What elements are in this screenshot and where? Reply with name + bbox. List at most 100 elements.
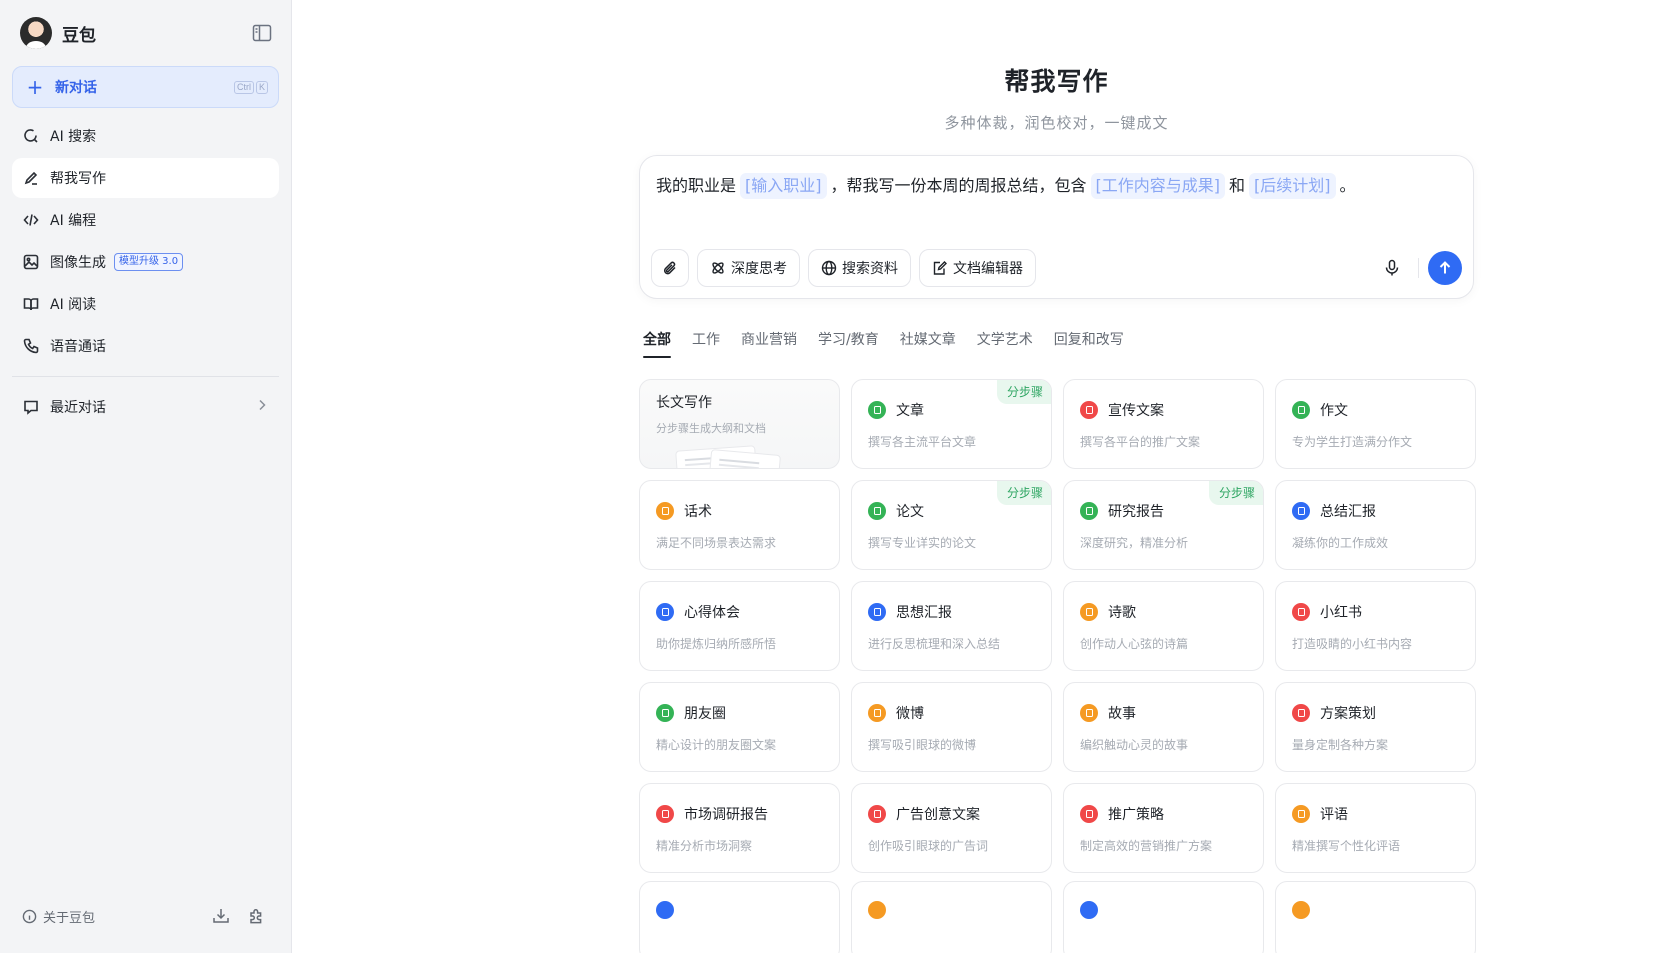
tab-5[interactable]: 文学艺术 [977,329,1033,363]
download-icon[interactable] [207,902,235,930]
search-data-button[interactable]: 搜索资料 [808,249,911,287]
sidebar-item-label: 帮我写作 [50,171,106,187]
deep-think-button[interactable]: 深度思考 [697,249,800,287]
attach-button[interactable] [651,249,689,287]
sidebar-item-writing[interactable]: 帮我写作 [12,158,279,198]
sidebar-toggle-icon[interactable] [249,20,275,46]
template-card[interactable]: 评语精准撰写个性化评语 [1275,783,1476,873]
template-card[interactable]: 长文写作 分步骤生成大纲和文档 [639,379,840,469]
template-icon [868,805,886,823]
sidebar-item-voice-call[interactable]: 语音通话 [12,326,279,366]
template-card[interactable] [851,881,1052,953]
prompt-text[interactable]: 我的职业是 [输入职业] ，帮我写一份本周的周报总结，包含 [工作内容与成果] 和 [后续… [640,156,1473,199]
template-card[interactable]: 微博 撰写吸引眼球的微博 [851,682,1052,772]
avatar[interactable] [20,17,52,49]
prompt-composer[interactable]: 我的职业是 [输入职业] ，帮我写一份本周的周报总结，包含 [工作内容与成果] 和 [后续… [639,155,1474,299]
shortcut-hint: Ctrl K [233,80,268,94]
tab-1[interactable]: 工作 [692,329,720,363]
card-title: 评语 [1320,807,1348,823]
card-title: 作文 [1320,403,1348,419]
template-card[interactable]: 心得体会 助你提炼归纳所感所悟 [639,581,840,671]
sidebar-header: 豆包 [0,0,291,66]
prompt-slot-next-plan[interactable]: [后续计划] [1249,173,1336,199]
page-subtitle: 多种体裁，润色校对，一键成文 [944,114,1169,132]
send-button[interactable] [1428,251,1462,285]
template-card[interactable]: 话术 满足不同场景表达需求 [639,480,840,570]
sidebar-item-recent-chats[interactable]: 最近对话 [12,387,279,427]
template-card[interactable]: 广告创意文案 创作吸引眼球的广告词 [851,783,1052,873]
card-header: 朋友圈 [656,703,823,723]
template-card[interactable]: 方案策划 量身定制各种方案 [1275,682,1476,772]
plus-icon: + [26,75,44,99]
template-card[interactable]: 宣传文案 撰写各平台的推广文案 [1063,379,1264,469]
card-title: 宣传文案 [1108,403,1164,419]
card-description: 制定高效的营销推广方案 [1080,839,1213,853]
template-card[interactable]: 市场调研报告 精准分析市场洞察 [639,783,840,873]
sidebar-item-image-gen[interactable]: 图像生成 模型升级 3.0 [12,242,279,282]
template-icon [1080,401,1098,419]
template-card[interactable]: 作文 专为学生打造满分作文 [1275,379,1476,469]
template-card[interactable]: 研究报告 深度研究，精准分析 分步骤 [1063,480,1264,570]
about-link[interactable]: 关于豆包 [22,907,199,926]
template-card[interactable]: 总结汇报 凝练你的工作成效 [1275,480,1476,570]
card-description: 编织触动心灵的故事 [1080,738,1189,752]
tab-6[interactable]: 回复和改写 [1054,329,1124,363]
doc-editor-button[interactable]: 文档编辑器 [919,249,1036,287]
template-card[interactable]: 小红书 打造吸睛的小红书内容 [1275,581,1476,671]
template-icon [1080,901,1098,919]
template-card[interactable]: 故事 编织触动心灵的故事 [1063,682,1264,772]
sidebar-item-ai-coding[interactable]: AI 编程 [12,200,279,240]
prompt-slot-occupation[interactable]: [输入职业] [740,173,827,199]
arrow-up-icon [1437,260,1453,276]
card-header: 诗歌 [1080,602,1247,622]
template-icon [1080,603,1098,621]
template-card[interactable]: 朋友圈精心设计的朋友圈文案 [639,682,840,772]
prompt-slot-work-content[interactable]: [工作内容与成果] [1090,173,1226,199]
card-description: 凝练你的工作成效 [1292,536,1389,550]
card-title: 文章 [896,403,924,419]
tab-4[interactable]: 社媒文章 [900,329,956,363]
template-card[interactable] [1275,881,1476,953]
sidebar-divider [12,376,279,377]
template-icon [656,704,674,722]
model-upgrade-badge: 模型升级 3.0 [114,253,184,271]
template-card[interactable]: 文章 撰写各主流平台文章 分步骤 [851,379,1052,469]
card-header: 作文 [1292,400,1459,420]
card-header: 小红书 [1292,602,1459,622]
template-card[interactable]: 论文 撰写专业详实的论文 分步骤 [851,480,1052,570]
template-icon [1292,502,1310,520]
category-tabs: 全部 工作 商业营销 学习/教育 社媒文章 文学艺术 回复和改写 [639,329,1474,363]
sidebar: 豆包 + 新对话 Ctrl K AI 搜索 帮我写作 AI 编程 图像生成 模型… [0,0,292,953]
tab-2[interactable]: 商业营销 [741,329,797,363]
tab-0[interactable]: 全部 [643,329,671,363]
search-refresh-icon [22,127,40,145]
template-card[interactable]: 诗歌 创作动人心弦的诗篇 [1063,581,1264,671]
sidebar-item-label: 最近对话 [50,400,106,416]
template-card[interactable] [1063,881,1264,953]
template-card[interactable] [639,881,840,953]
card-description: 精准撰写个性化评语 [1292,839,1401,853]
plugin-icon[interactable] [243,902,271,930]
card-title: 朋友圈 [684,706,726,722]
tab-3[interactable]: 学习/教育 [818,329,879,363]
card-description: 精心设计的朋友圈文案 [656,738,777,752]
template-card[interactable]: 思想汇报 进行反思梳理和深入总结 [851,581,1052,671]
template-icon [656,502,674,520]
template-icon [1292,704,1310,722]
card-header: 广告创意文案 [868,804,1035,824]
microphone-icon[interactable] [1375,251,1409,285]
shortcut-key-ctrl: Ctrl [233,80,254,94]
doc-editor-label: 文档编辑器 [953,261,1023,277]
template-icon [656,603,674,621]
card-header: 市场调研报告 [656,804,823,824]
sidebar-item-ai-reading[interactable]: AI 阅读 [12,284,279,324]
page-title: 帮我写作 [1004,67,1109,96]
prompt-segment: 我的职业是 [656,176,737,195]
new-chat-button[interactable]: + 新对话 Ctrl K [12,66,279,108]
card-title: 心得体会 [684,605,740,621]
template-card[interactable]: 推广策略 制定高效的营销推广方案 [1063,783,1264,873]
sidebar-item-label: AI 搜索 [50,129,97,145]
sidebar-item-ai-search[interactable]: AI 搜索 [12,116,279,156]
shortcut-key-k: K [255,80,268,94]
card-description: 深度研究，精准分析 [1080,536,1189,550]
